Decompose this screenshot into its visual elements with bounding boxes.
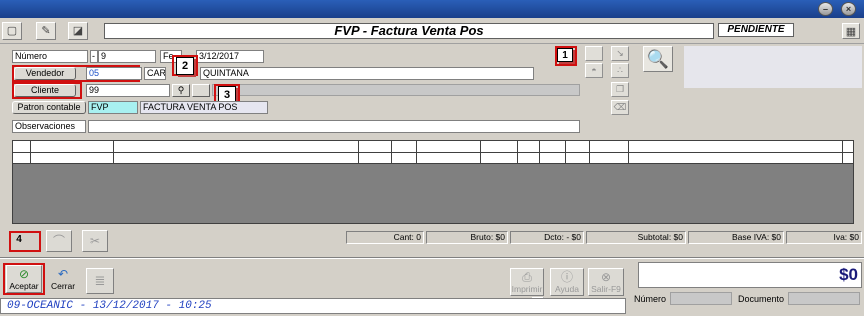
bottom-numero-label: Número bbox=[634, 294, 667, 304]
total-bruto: Bruto: $0 bbox=[426, 231, 508, 244]
help-icon: ⓘ bbox=[560, 270, 573, 284]
total-subtotal: Subtotal: $0 bbox=[586, 231, 686, 244]
document-title: FVP - Factura Venta Pos bbox=[104, 23, 714, 39]
document-list-icon[interactable]: ≣ bbox=[86, 268, 114, 294]
print-preview-icon[interactable]: ◓ bbox=[585, 63, 603, 78]
delete-row-icon[interactable]: ✂ bbox=[82, 230, 108, 252]
cliente-name-field bbox=[212, 84, 580, 96]
close-button[interactable]: × bbox=[841, 2, 856, 16]
grid-column-divider bbox=[842, 141, 843, 163]
ayuda-label: Ayuda bbox=[555, 284, 579, 294]
cliente-code-field[interactable]: 99 bbox=[86, 84, 170, 97]
bottom-documento-label: Documento bbox=[738, 294, 785, 304]
new-doc-icon[interactable]: ▢ bbox=[2, 22, 22, 40]
grid-column-divider bbox=[565, 141, 566, 163]
calculator-icon[interactable]: ▦ bbox=[842, 23, 860, 39]
magnifier-icon[interactable]: 🔍 bbox=[643, 46, 673, 72]
salir-button[interactable]: ⊗ Salir-F9 bbox=[588, 268, 624, 296]
copy-icon[interactable]: ❐ bbox=[611, 82, 629, 97]
status-badge: PENDIENTE bbox=[718, 23, 794, 37]
grid-column-divider bbox=[589, 141, 590, 163]
grid-column-divider bbox=[113, 141, 114, 163]
side-button-3[interactable]: ∴ bbox=[611, 63, 629, 78]
total-dcto: Dcto: - $0 bbox=[510, 231, 584, 244]
printer-icon: ⎙ bbox=[522, 270, 532, 284]
grid-column-divider bbox=[30, 141, 31, 163]
grid-column-divider bbox=[391, 141, 392, 163]
window-icon[interactable]: ◪ bbox=[68, 22, 88, 40]
imprimir-label: Imprimir bbox=[511, 284, 543, 294]
patron-desc-field: FACTURA VENTA POS bbox=[140, 101, 268, 114]
title-bar bbox=[0, 0, 864, 18]
imprimir-button[interactable]: ⎙ Imprimir bbox=[510, 268, 544, 296]
vendedor-name-b: QUINTANA bbox=[200, 67, 534, 80]
observaciones-field[interactable] bbox=[88, 120, 580, 133]
fecha-field[interactable]: 3/12/2017 bbox=[196, 50, 264, 63]
ayuda-button[interactable]: ⓘ Ayuda bbox=[550, 268, 584, 296]
observaciones-label: Observaciones bbox=[12, 120, 86, 133]
numero-doc-cell: Número bbox=[632, 292, 734, 305]
undo-arrow-icon: ↶ bbox=[57, 267, 69, 281]
grid-column-divider bbox=[517, 141, 518, 163]
vendedor-name-a: CARL bbox=[144, 67, 166, 80]
callout-2: 2 bbox=[176, 57, 194, 75]
eraser-icon[interactable]: ⌫ bbox=[611, 100, 629, 115]
cliente-lookup-icon[interactable]: ⚲ bbox=[172, 84, 190, 97]
patron-code-field[interactable]: FVP bbox=[88, 101, 138, 114]
documento-cell: Documento bbox=[736, 292, 862, 305]
grid-column-divider bbox=[416, 141, 417, 163]
side-button-2[interactable]: ↘ bbox=[611, 46, 629, 61]
total-cant: Cant: 0 bbox=[346, 231, 424, 244]
exit-icon: ⊗ bbox=[600, 270, 612, 284]
callout-box-cliente bbox=[12, 82, 82, 99]
grid-column-divider bbox=[628, 141, 629, 163]
callout-4: 4 bbox=[16, 234, 22, 245]
broom-icon[interactable]: ⌒ bbox=[46, 230, 72, 252]
total-base-iva: Base IVA: $0 bbox=[688, 231, 784, 244]
vendedor-code-field[interactable]: 05 bbox=[86, 67, 142, 80]
numero-label: Número bbox=[12, 50, 88, 63]
status-bar: 09-OCEANIC - 13/12/2017 - 10:25 bbox=[0, 298, 626, 314]
grid-column-divider bbox=[539, 141, 540, 163]
cliente-extra-button[interactable] bbox=[192, 84, 210, 97]
salir-label: Salir-F9 bbox=[591, 284, 621, 294]
minimize-button[interactable]: – bbox=[818, 2, 833, 16]
patron-contable-button[interactable]: Patron contable bbox=[12, 101, 86, 114]
edit-icon[interactable]: ✎ bbox=[36, 22, 56, 40]
cerrar-button[interactable]: ↶ Cerrar bbox=[48, 265, 78, 293]
total-iva: Iva: $0 bbox=[786, 231, 862, 244]
grid-column-divider bbox=[358, 141, 359, 163]
cerrar-label: Cerrar bbox=[50, 281, 76, 291]
bottom-numero-field bbox=[670, 292, 732, 305]
side-button-1[interactable] bbox=[585, 46, 603, 61]
grand-total-display: $0 bbox=[638, 262, 862, 288]
grid-column-divider bbox=[480, 141, 481, 163]
callout-box-aceptar bbox=[3, 263, 45, 295]
info-panel bbox=[684, 46, 862, 88]
numero-prefix: - bbox=[90, 50, 98, 63]
callout-1: 1 bbox=[557, 48, 573, 62]
numero-field[interactable]: 9 bbox=[98, 50, 156, 63]
bottom-documento-field bbox=[788, 292, 860, 305]
grid-row-divider bbox=[13, 152, 853, 153]
bottom-separator bbox=[0, 257, 864, 259]
